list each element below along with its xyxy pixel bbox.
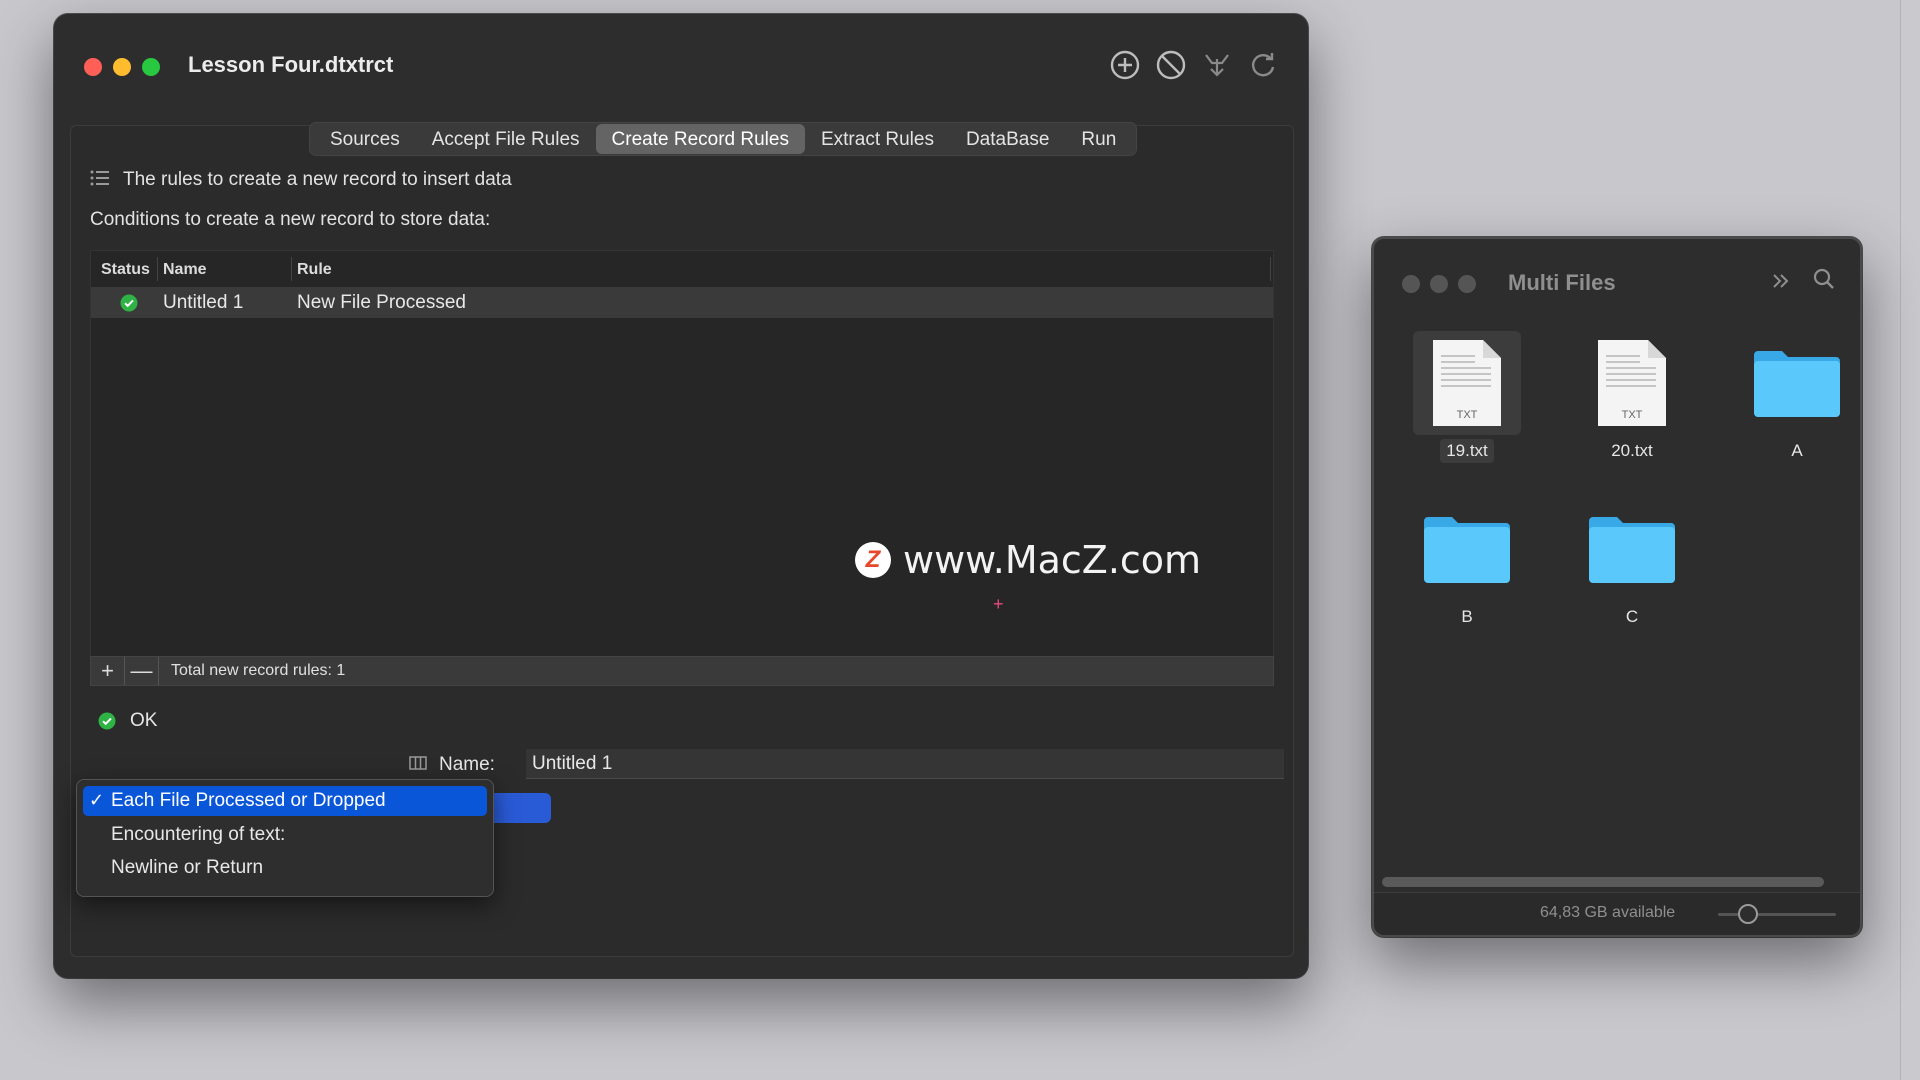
file-name: 20.txt <box>1611 441 1653 460</box>
status-ok-icon <box>98 712 116 735</box>
menu-item-encountering-text[interactable]: Encountering of text: <box>83 820 487 850</box>
trigger-menu: ✓ Each File Processed or Dropped Encount… <box>76 779 494 897</box>
tab-accept-file-rules[interactable]: Accept File Rules <box>416 124 596 154</box>
tab-sources[interactable]: Sources <box>314 124 416 154</box>
columns-icon <box>409 756 427 775</box>
watermark: Z www.MacZ.com <box>855 538 1201 582</box>
tab-run[interactable]: Run <box>1065 124 1132 154</box>
folder-name: B <box>1461 607 1473 626</box>
minimize-window-button[interactable] <box>1430 275 1448 293</box>
status-text: OK <box>130 710 158 731</box>
folder-item-c[interactable]: C <box>1577 497 1687 629</box>
file-item-20-txt[interactable]: TXT 20.txt <box>1577 331 1687 463</box>
status-ok-icon <box>120 294 138 317</box>
search-icon[interactable] <box>1812 267 1836 296</box>
available-space: 64,83 GB available <box>1540 904 1676 921</box>
titlebar[interactable]: Lesson Four.dtxtrct <box>54 14 1308 92</box>
status-bar: 64,83 GB available <box>1374 892 1860 935</box>
file-thumbnail: TXT <box>1578 331 1686 435</box>
watermark-text: www.MacZ.com <box>903 538 1202 582</box>
menu-item-each-file[interactable]: ✓ Each File Processed or Dropped <box>83 786 487 816</box>
conditions-label: Conditions to create a new record to sto… <box>90 209 491 230</box>
tab-database[interactable]: DataBase <box>950 124 1065 154</box>
table-row[interactable]: Untitled 1 New File Processed <box>91 288 1273 318</box>
table-header: Status Name Rule <box>91 251 1273 288</box>
minimize-window-button[interactable] <box>113 58 131 76</box>
add-rule-button[interactable]: + <box>91 657 125 685</box>
txt-badge: TXT <box>1457 409 1478 421</box>
tab-bar: Sources Accept File Rules Create Record … <box>309 122 1138 156</box>
main-window: Lesson Four.dtxtrct Sources Accept File … <box>54 14 1308 978</box>
zoom-window-button[interactable] <box>142 58 160 76</box>
folder-icon <box>1743 331 1851 435</box>
folder-icon <box>1413 497 1521 601</box>
rules-table: Status Name Rule Untitled 1 New File Pro… <box>90 250 1274 658</box>
column-divider <box>157 257 158 281</box>
window-title: Lesson Four.dtxtrct <box>188 52 394 77</box>
folder-icon <box>1578 497 1686 601</box>
menu-item-label: Encountering of text: <box>111 824 286 845</box>
name-label: Name: <box>439 754 495 775</box>
table-footer: + — Total new record rules: 1 <box>90 656 1274 686</box>
zoom-window-button[interactable] <box>1458 275 1476 293</box>
close-window-button[interactable] <box>84 58 102 76</box>
add-circle-icon[interactable] <box>1108 48 1142 82</box>
filter-down-icon[interactable] <box>1200 48 1234 82</box>
chevron-right-double-icon[interactable] <box>1770 270 1792 297</box>
checkmark-icon: ✓ <box>89 790 105 810</box>
horizontal-scrollbar[interactable] <box>1382 877 1824 887</box>
tab-extract-rules[interactable]: Extract Rules <box>805 124 950 154</box>
list-icon <box>90 170 110 191</box>
refresh-icon[interactable] <box>1246 48 1280 82</box>
file-name: 19.txt <box>1440 439 1494 463</box>
name-input[interactable] <box>526 749 1284 779</box>
macz-logo: Z <box>855 542 891 578</box>
tab-create-record-rules[interactable]: Create Record Rules <box>595 124 805 154</box>
column-header-rule[interactable]: Rule <box>297 261 332 279</box>
column-divider <box>291 257 292 281</box>
icon-size-slider[interactable] <box>1718 904 1836 924</box>
folder-item-a[interactable]: A <box>1742 331 1852 463</box>
remove-rule-button[interactable]: — <box>125 657 159 685</box>
folder-name: A <box>1791 441 1803 460</box>
window-title: Multi Files <box>1508 270 1616 295</box>
multi-files-window: Multi Files TXT 19.txt TXT 20.txt A B C <box>1372 237 1862 937</box>
txt-badge: TXT <box>1622 409 1643 421</box>
column-header-name[interactable]: Name <box>163 261 207 279</box>
column-divider <box>1270 257 1271 281</box>
folder-item-b[interactable]: B <box>1412 497 1522 629</box>
section-description: The rules to create a new record to inse… <box>123 169 512 190</box>
file-item-19-txt[interactable]: TXT 19.txt <box>1412 331 1522 463</box>
prohibit-icon[interactable] <box>1154 48 1188 82</box>
menu-item-label: Each File Processed or Dropped <box>111 790 386 811</box>
file-thumbnail: TXT <box>1413 331 1521 435</box>
row-rule: New File Processed <box>297 292 466 313</box>
slider-knob[interactable] <box>1737 904 1758 924</box>
close-window-button[interactable] <box>1402 275 1420 293</box>
column-header-status[interactable]: Status <box>101 261 150 279</box>
toolbar <box>1108 48 1280 82</box>
menu-item-label: Newline or Return <box>111 857 264 878</box>
crosshair-cursor-icon: + <box>993 594 1004 614</box>
rules-count: Total new record rules: 1 <box>171 662 346 679</box>
row-name: Untitled 1 <box>163 292 244 313</box>
menu-item-newline[interactable]: Newline or Return <box>83 853 487 883</box>
folder-name: C <box>1625 607 1639 626</box>
